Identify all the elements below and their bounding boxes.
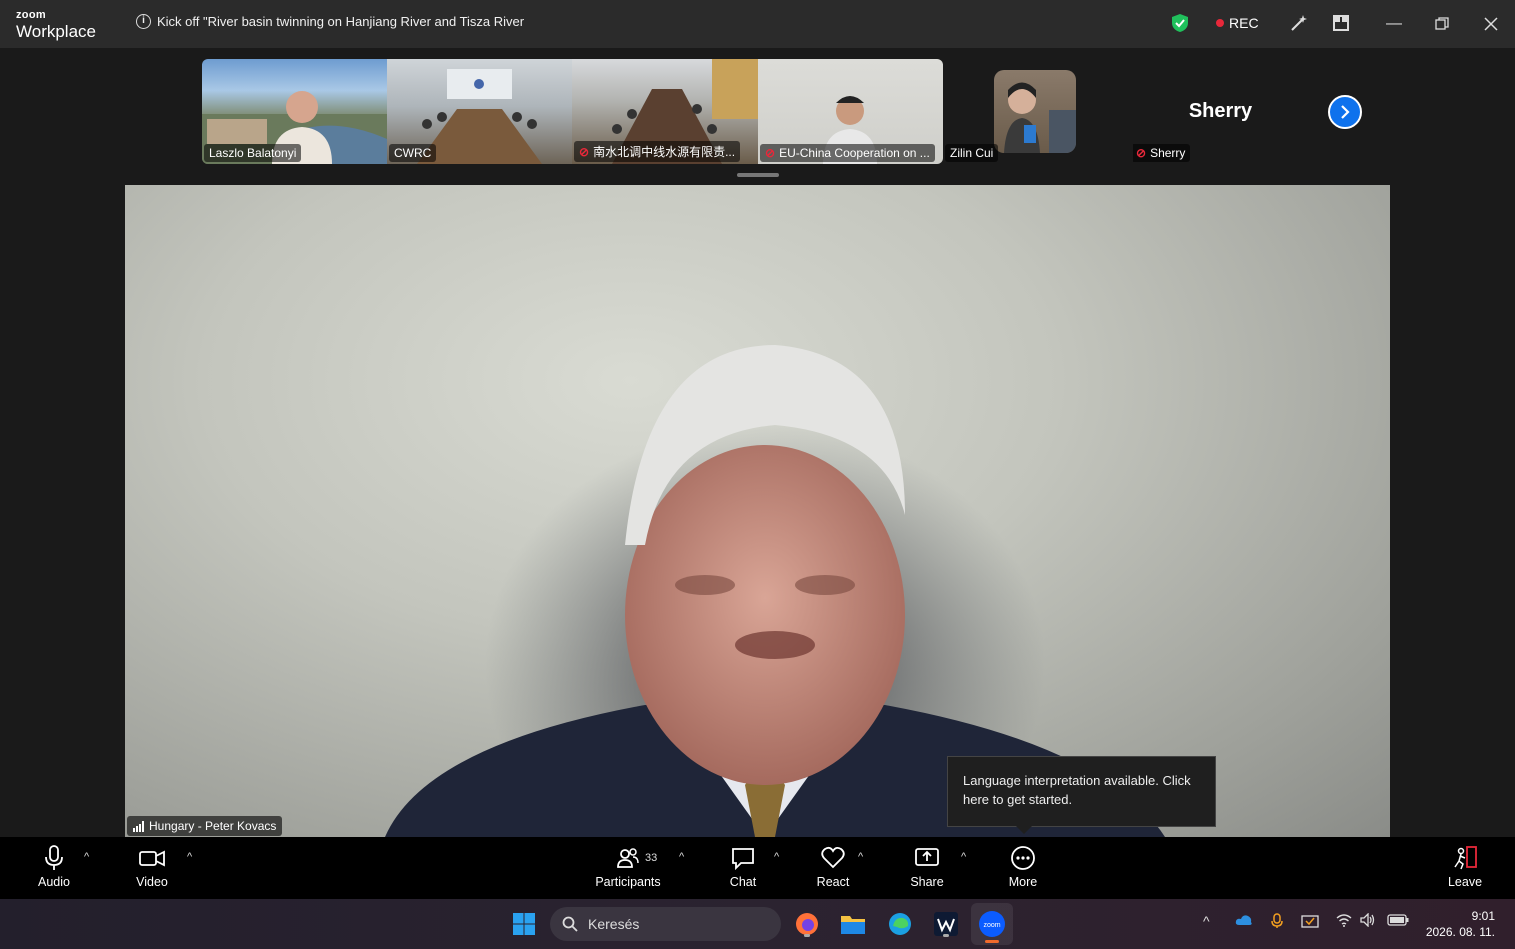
microphone-tray-icon[interactable] — [1271, 913, 1283, 932]
video-options-chevron-up-icon[interactable]: ^ — [187, 851, 192, 863]
volume-icon[interactable] — [1360, 912, 1376, 930]
speaker-name-label: Hungary - Peter Kovacs — [127, 816, 283, 836]
chat-bubble-icon — [732, 848, 754, 871]
share-button[interactable]: Share — [887, 845, 967, 889]
leave-button[interactable]: Leave — [1425, 845, 1505, 889]
video-label: Video — [136, 875, 168, 889]
search-icon — [562, 916, 578, 932]
video-tile[interactable]: Laszlo Balatonyi — [202, 59, 387, 164]
participants-count-badge: 33 — [645, 852, 658, 864]
speaker-name: Hungary - Peter Kovacs — [149, 819, 277, 833]
leave-label: Leave — [1447, 875, 1483, 889]
restore-icon[interactable] — [1430, 12, 1454, 36]
encryption-shield-icon[interactable] — [1171, 13, 1189, 38]
clock-time: 9:01 — [1471, 909, 1495, 923]
minimize-icon[interactable]: — — [1382, 12, 1406, 36]
chat-options-chevron-up-icon[interactable]: ^ — [774, 851, 779, 863]
strip-resize-handle[interactable] — [737, 173, 779, 177]
chat-label: Chat — [729, 875, 757, 889]
tooltip-text: Language interpretation available. Click… — [963, 773, 1191, 807]
edge-browser-icon[interactable] — [885, 909, 915, 939]
participants-icon — [617, 848, 639, 868]
zoom-logo: zoom Workplace — [16, 9, 96, 41]
video-tile[interactable]: Zilin Cui — [943, 59, 1133, 164]
tile-name-label: Zilin Cui — [945, 144, 999, 162]
video-camera-icon — [139, 850, 165, 867]
avatar-photo — [1004, 82, 1076, 153]
tile-name-label: Laszlo Balatonyi — [204, 144, 302, 162]
chat-button[interactable]: Chat — [703, 845, 783, 889]
meeting-info[interactable]: i Kick off "River basin twinning on Hanj… — [136, 14, 524, 29]
mic-muted-icon: ⊘ — [765, 146, 776, 160]
active-speaker-video[interactable]: Hungary - Peter Kovacs — [125, 185, 1390, 837]
heart-icon — [821, 846, 845, 869]
app-w-icon[interactable] — [931, 909, 961, 939]
file-explorer-icon[interactable] — [838, 909, 868, 939]
microphone-icon — [45, 845, 63, 870]
notification-app-icon[interactable] — [1301, 913, 1319, 932]
participants-options-chevron-up-icon[interactable]: ^ — [679, 851, 684, 863]
audio-button[interactable]: Audio — [14, 845, 94, 889]
search-placeholder: Keresés — [588, 916, 640, 932]
zoom-app-icon[interactable]: zoom — [971, 903, 1013, 945]
taskbar-search-input[interactable]: Keresés — [550, 907, 781, 941]
meeting-toolbar: Audio ^ Video ^ Participants 33 ^ Chat ^… — [0, 837, 1515, 899]
onedrive-cloud-icon[interactable] — [1235, 913, 1253, 929]
view-layout-icon[interactable] — [1330, 12, 1352, 34]
running-indicator — [943, 934, 949, 937]
title-bar: zoom Workplace i Kick off "River basin t… — [0, 0, 1515, 48]
chevron-right-icon — [1341, 105, 1350, 119]
info-icon[interactable]: i — [136, 14, 151, 29]
running-indicator — [804, 934, 810, 937]
firefox-icon[interactable] — [792, 909, 822, 939]
more-label: More — [1008, 875, 1038, 889]
tray-chevron-up-icon[interactable]: ^ — [1203, 913, 1210, 929]
tile-name-label: ⊘ Sherry — [1133, 144, 1191, 162]
system-clock[interactable]: 9:01 2026. 08. 11. — [1426, 908, 1495, 940]
video-tile[interactable]: ⊘ EU-China Cooperation on ... — [758, 59, 943, 164]
participant-display-name: Sherry — [1188, 100, 1253, 122]
clock-date: 2026. 08. 11. — [1425, 925, 1495, 939]
brand-top: zoom — [16, 9, 46, 21]
video-tile[interactable]: ⊘ 南水北调中线水源有限责... — [572, 59, 758, 164]
tile-name-label: ⊘ EU-China Cooperation on ... — [760, 144, 935, 162]
brand-bottom: Workplace — [16, 22, 96, 41]
video-tile-sherry[interactable]: Sherry ⊘ Sherry — [1133, 59, 1318, 164]
share-label: Share — [910, 875, 944, 889]
signal-strength-icon — [133, 820, 144, 832]
audio-options-chevron-up-icon[interactable]: ^ — [84, 851, 89, 863]
more-options-icon — [1011, 846, 1035, 870]
share-options-chevron-up-icon[interactable]: ^ — [961, 851, 966, 863]
active-indicator — [985, 940, 999, 943]
recording-indicator[interactable]: REC — [1216, 15, 1259, 31]
participants-label: Participants — [595, 875, 661, 889]
leave-door-icon — [1454, 846, 1477, 870]
avatar — [994, 70, 1076, 153]
speaker-video-feed — [385, 345, 1165, 837]
language-interpretation-tooltip[interactable]: Language interpretation available. Click… — [947, 756, 1216, 834]
mic-muted-icon: ⊘ — [1136, 146, 1147, 160]
mic-muted-icon: ⊘ — [579, 144, 590, 159]
tile-name-label: CWRC — [389, 144, 437, 162]
windows-start-icon[interactable] — [509, 909, 539, 939]
rec-label: REC — [1229, 15, 1259, 31]
share-screen-icon — [915, 848, 939, 866]
os-taskbar: Keresés zoom ^ 9:01 2026. 08. 11. — [0, 899, 1515, 949]
audio-label: Audio — [38, 875, 70, 889]
close-icon[interactable] — [1479, 12, 1503, 36]
wifi-icon[interactable] — [1336, 913, 1352, 930]
video-button[interactable]: Video — [112, 845, 192, 889]
gallery-strip: Laszlo Balatonyi CWRC ⊘ 南水北调中线水源有限责... ⊘ E… — [0, 48, 1515, 185]
magic-wand-icon[interactable] — [1288, 12, 1310, 34]
battery-icon[interactable] — [1387, 913, 1409, 929]
tile-name-label: ⊘ 南水北调中线水源有限责... — [574, 141, 741, 162]
rec-dot-icon — [1216, 19, 1224, 27]
react-options-chevron-up-icon[interactable]: ^ — [858, 851, 863, 863]
react-label: React — [816, 875, 850, 889]
video-tile[interactable]: CWRC — [387, 59, 572, 164]
meeting-title: Kick off "River basin twinning on Hanjia… — [157, 14, 525, 29]
svg-text:zoom: zoom — [983, 922, 1000, 929]
next-page-button[interactable] — [1328, 95, 1362, 129]
more-button[interactable]: More — [983, 845, 1063, 889]
